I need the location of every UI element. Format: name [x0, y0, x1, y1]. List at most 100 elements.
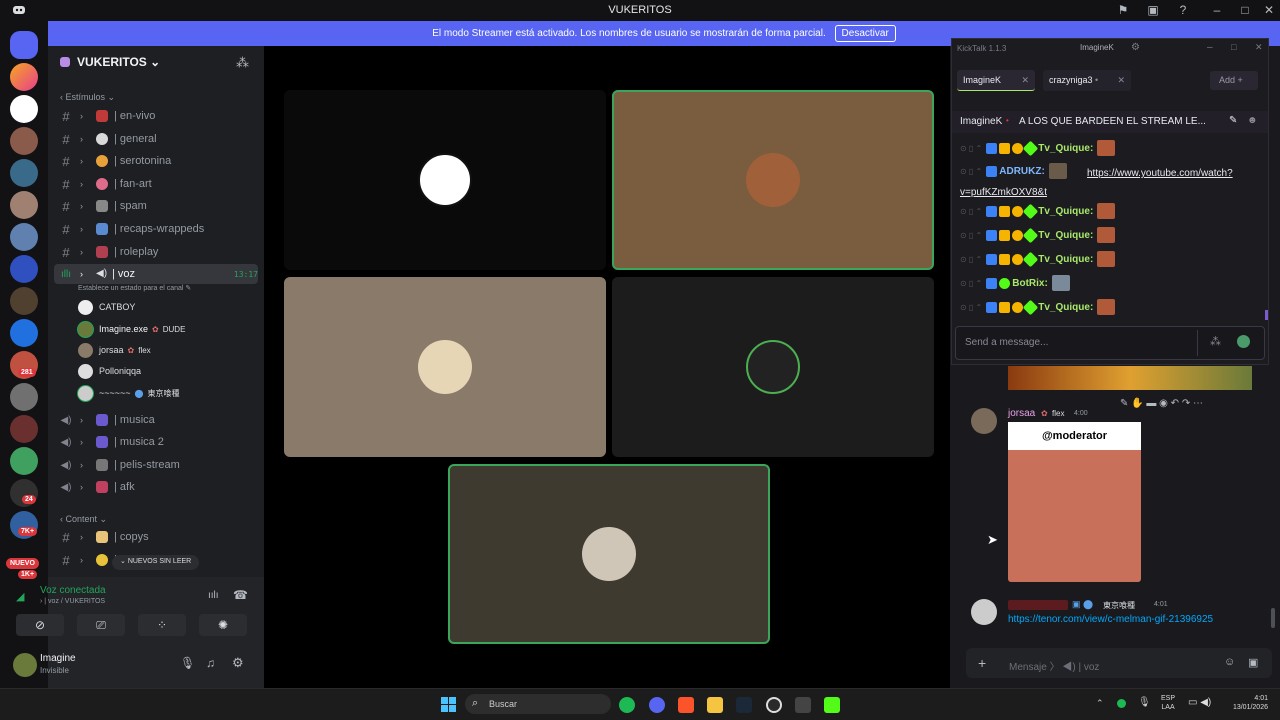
activities-button[interactable]: ⁘	[138, 614, 186, 636]
server-name[interactable]: VUKERITOS ⌄	[77, 55, 160, 69]
kt-message[interactable]: ⊙ ▯ ⌃ Tv_Quique:	[960, 202, 1116, 220]
avatar[interactable]	[971, 408, 997, 434]
language-indicator[interactable]: ESP LAA	[1161, 694, 1175, 712]
user-name[interactable]: Imagine	[40, 653, 76, 664]
app-icon[interactable]	[795, 697, 811, 713]
noise-suppression-icon[interactable]: ıılı	[208, 590, 219, 601]
kt-maximize-icon[interactable]: □	[1231, 42, 1236, 52]
channel-status-hint[interactable]: Establece un estado para el canal ✎	[78, 284, 191, 292]
folder-icon[interactable]	[707, 697, 723, 713]
voice-user[interactable]: Polloniqqa	[78, 362, 141, 380]
tab-close-icon[interactable]: ✕	[1117, 75, 1125, 86]
close-icon[interactable]: ✕	[1262, 3, 1276, 17]
channel-afk[interactable]: ◀) › | afk	[60, 477, 258, 497]
kt-username[interactable]: Tv_Quique:	[1038, 302, 1093, 313]
emote-picker-icon[interactable]	[1237, 335, 1250, 348]
chat-scrollbar[interactable]	[1271, 608, 1275, 628]
voice-user[interactable]: jorsaa ✿ flex	[78, 341, 151, 359]
obs-icon[interactable]	[766, 697, 782, 713]
obscured-username[interactable]	[1008, 600, 1068, 610]
tray-app-icon[interactable]	[1117, 699, 1126, 708]
maximize-icon[interactable]: □	[1238, 3, 1252, 17]
soundboard-button[interactable]: ✺	[199, 614, 247, 636]
kt-username[interactable]: Tv_Quique:	[1038, 206, 1093, 217]
brave-icon[interactable]	[678, 697, 694, 713]
server-icon[interactable]	[10, 287, 38, 315]
server-icon[interactable]	[10, 63, 38, 91]
gif-thumbnail[interactable]	[1008, 366, 1252, 390]
kt-username[interactable]: Tv_Quique:	[1038, 143, 1093, 154]
kicktalk-tab[interactable]: ImagineK ✕	[957, 70, 1035, 91]
headphones-icon[interactable]: ♫	[206, 656, 215, 670]
microphone-icon[interactable]: 🎙	[180, 656, 195, 670]
kt-link[interactable]: https://www.youtube.com/watch?v=pufKZmkO…	[960, 164, 1250, 202]
server-icon[interactable]	[10, 319, 38, 347]
server-icon[interactable]	[10, 95, 38, 123]
channel-en-vivo[interactable]: # › | en-vivo	[60, 106, 258, 126]
kt-message[interactable]: ⊙ ▯ ⌃ Tv_Quique:	[960, 250, 1116, 268]
channel-spam[interactable]: # › | spam	[60, 196, 258, 216]
kt-message[interactable]: ⊙ ▯ ⌃ Tv_Quique:	[960, 139, 1116, 157]
discord-taskbar-icon[interactable]	[649, 697, 665, 713]
pinned-user[interactable]: ImagineK	[960, 116, 1002, 127]
server-icon[interactable]	[10, 191, 38, 219]
kt-message[interactable]: ⊙ ▯ ⌃ Tv_Quique:	[960, 226, 1116, 244]
kt-username[interactable]: Tv_Quique:	[1038, 254, 1093, 265]
kt-username[interactable]: Tv_Quique:	[1038, 230, 1093, 241]
start-icon[interactable]	[441, 697, 456, 712]
settings-gear-icon[interactable]: ⚙	[232, 655, 244, 671]
kt-username[interactable]: BotRix:	[1012, 278, 1048, 289]
server-icon[interactable]	[10, 447, 38, 475]
screen-share-button[interactable]: ⎚	[77, 614, 125, 636]
server-icon[interactable]	[10, 415, 38, 443]
minimize-icon[interactable]: –	[1210, 3, 1224, 17]
screen-icon[interactable]: ▣	[1146, 3, 1160, 17]
kicktalk-settings-icon[interactable]: ⚙	[1131, 42, 1140, 53]
pin-icon[interactable]: ✎	[1229, 115, 1237, 126]
kt-message[interactable]: ⊙ ▯ ⌃ Tv_Quique:	[960, 298, 1116, 316]
kt-scrollbar[interactable]	[1265, 310, 1268, 320]
add-tab-button[interactable]: Add +	[1210, 71, 1258, 90]
invite-icon[interactable]: ⁂	[236, 55, 249, 71]
server-icon[interactable]	[10, 127, 38, 155]
tray-mic-icon[interactable]: 🎙	[1138, 697, 1151, 708]
voice-user[interactable]: CATBOY	[78, 298, 135, 316]
message-actions[interactable]: ✎ ✋ ▬ ◉ ↶ ↷ ⋯	[1120, 398, 1203, 409]
channel-musica[interactable]: ◀) › | musica	[60, 410, 258, 430]
server-icon[interactable]	[10, 223, 38, 251]
tab-close-icon[interactable]: ✕	[1021, 75, 1029, 86]
video-tile-speaking[interactable]	[448, 464, 770, 644]
category-content[interactable]: ‹ Content ⌄	[60, 514, 107, 525]
channel-fan-art[interactable]: # › | fan-art	[60, 174, 258, 194]
server-icon[interactable]	[10, 383, 38, 411]
clock[interactable]: 4:01 13/01/2026	[1224, 694, 1268, 712]
taskbar-search[interactable]	[465, 694, 611, 714]
channel-voz[interactable]: ıllı › ◀) | voz 13:17	[54, 264, 258, 284]
gif-embed[interactable]: @moderator	[1008, 422, 1141, 582]
steam-icon[interactable]	[736, 697, 752, 713]
channel-roleplay[interactable]: # › | roleplay	[60, 242, 258, 262]
translate-icon[interactable]: ⁂	[1210, 335, 1221, 348]
home-button[interactable]	[10, 31, 38, 59]
camera-off-button[interactable]: ⊘	[16, 614, 64, 636]
gif-icon[interactable]: ▣	[1248, 656, 1258, 669]
video-tile-speaking[interactable]	[612, 90, 934, 270]
kt-minimize-icon[interactable]: –	[1207, 42, 1213, 53]
inbox-icon[interactable]: ⚑	[1116, 3, 1130, 17]
new-unread-pill[interactable]: ⌄ NUEVOS SIN LEER	[112, 555, 200, 570]
kicktalk-tab[interactable]: crazyniga3 • ✕	[1043, 70, 1131, 91]
deactivate-button[interactable]: Desactivar	[834, 25, 896, 42]
channel-serotonina[interactable]: # › | serotonina	[60, 151, 258, 171]
voice-connected-title[interactable]: Voz conectada	[40, 585, 106, 596]
video-tile[interactable]	[284, 90, 606, 270]
channel-musica-2[interactable]: ◀) › | musica 2	[60, 432, 258, 452]
video-tile[interactable]	[612, 277, 934, 457]
server-icon[interactable]	[10, 255, 38, 283]
network-icon[interactable]: ▭ ◀)	[1188, 697, 1211, 708]
spotify-icon[interactable]	[619, 697, 635, 713]
signal-icon[interactable]: ◢	[16, 590, 24, 603]
message-link[interactable]: https://tenor.com/view/c-melman-gif-2139…	[1008, 614, 1213, 625]
help-icon[interactable]: ?	[1176, 3, 1190, 17]
user-avatar[interactable]	[13, 653, 37, 677]
user-icon[interactable]: ☻	[1247, 115, 1258, 126]
